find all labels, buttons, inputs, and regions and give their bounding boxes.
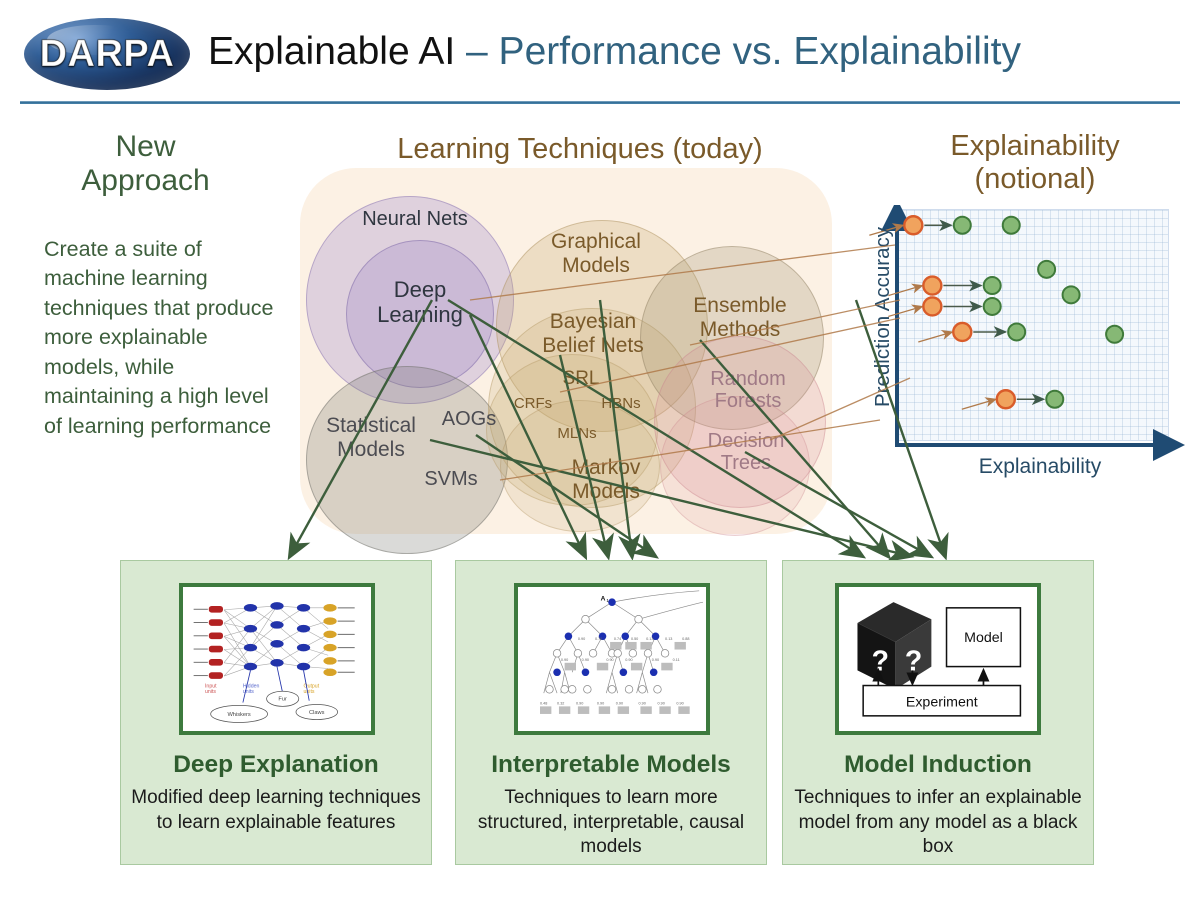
explainability-scatter-chart: Prediction Accuracy Explainability bbox=[855, 205, 1185, 485]
svg-text:?: ? bbox=[905, 645, 922, 677]
venn-label-crfs: CRFs bbox=[513, 395, 553, 412]
and-or-graph-figure: 0.90 0.70 0.74 0.50 0.13 0.13 0.88 0.90 0.90 … bbox=[514, 583, 710, 735]
svg-text:0.11: 0.11 bbox=[673, 658, 680, 662]
header-divider bbox=[20, 101, 1180, 104]
venn-label-random-forests: Random Forests bbox=[688, 368, 808, 413]
venn-label-bayesian-l1: Bayesian bbox=[549, 310, 637, 333]
svg-text:0.70: 0.70 bbox=[595, 637, 602, 641]
svg-text:0.32: 0.32 bbox=[557, 701, 564, 705]
new-approach-description: Create a suite of machine learning techn… bbox=[44, 237, 274, 438]
svg-text:0.90: 0.90 bbox=[616, 701, 623, 705]
venn-label-deep-learning-l2: Learning bbox=[377, 301, 463, 327]
page-title-secondary: – Performance vs. Explainability bbox=[466, 30, 1021, 73]
svg-text:0.74: 0.74 bbox=[614, 637, 621, 641]
chart-y-axis-label: Prediction Accuracy bbox=[871, 226, 894, 408]
panel-model-induction-title: Model Induction bbox=[844, 751, 1032, 778]
venn-label-graphical-l1: Graphical bbox=[551, 230, 641, 253]
panel-model-induction-description: Techniques to infer an explainable model… bbox=[794, 787, 1082, 858]
venn-label-mlns: MLNs bbox=[557, 425, 597, 442]
venn-label-statistical-l2: Models bbox=[337, 437, 405, 461]
svg-text:0.90: 0.90 bbox=[625, 658, 632, 662]
panel-interpretable-models[interactable]: 0.90 0.70 0.74 0.50 0.13 0.13 0.88 0.90 0.90 … bbox=[455, 560, 767, 865]
venn-label-graphical-models: Graphical Models bbox=[526, 230, 666, 277]
svg-text:0.90: 0.90 bbox=[657, 701, 664, 705]
new-approach-heading-line1: New bbox=[115, 130, 176, 163]
svg-text:0.13: 0.13 bbox=[665, 637, 672, 641]
svg-text:0.90: 0.90 bbox=[676, 701, 683, 705]
svg-text:0.48: 0.48 bbox=[540, 701, 547, 705]
venn-label-deep-learning-l1: Deep bbox=[393, 277, 447, 302]
svg-text:0.90: 0.90 bbox=[597, 701, 604, 705]
venn-label-decision-trees-l1: Decision bbox=[707, 430, 785, 452]
neural-network-svg: Inputunits Hiddenunits Outputunits Fur W… bbox=[193, 602, 355, 723]
svg-text:0.90: 0.90 bbox=[582, 658, 589, 662]
panel-model-induction[interactable]: ? ? Model Experiment Model Induction Tec… bbox=[782, 560, 1094, 865]
explainability-heading-line1: Explainability bbox=[950, 130, 1120, 162]
new-approach-heading-line2: Approach bbox=[81, 163, 210, 197]
darpa-wordmark: DARPA bbox=[39, 32, 175, 75]
venn-label-random-forests-l2: Forests bbox=[714, 390, 782, 413]
venn-label-bayesian-l2: Belief Nets bbox=[542, 333, 644, 357]
venn-label-neural-nets: Neural Nets bbox=[362, 208, 468, 230]
svg-text:A: A bbox=[601, 595, 606, 602]
svg-text:?: ? bbox=[872, 645, 889, 677]
venn-label-ensemble-methods: Ensemble Methods bbox=[670, 294, 810, 341]
venn-label-statistical-l1: Statistical bbox=[326, 414, 416, 437]
model-box-label: Model bbox=[964, 630, 1003, 646]
explainability-heading: Explainability (notional) bbox=[890, 130, 1180, 196]
svg-text:units: units bbox=[205, 689, 216, 695]
new-approach-heading: New Approach bbox=[38, 130, 253, 198]
venn-label-random-forests-l1: Random bbox=[710, 368, 786, 390]
svg-text:Whiskers: Whiskers bbox=[227, 712, 250, 718]
venn-label-hbns: HBNs bbox=[601, 395, 641, 412]
slide-header: DARPA Explainable AI – Performance vs. E… bbox=[0, 0, 1200, 104]
learning-techniques-venn: Neural Nets Deep Learning Statistical Mo… bbox=[288, 168, 848, 554]
svg-text:0.90: 0.90 bbox=[639, 701, 646, 705]
venn-label-markov-models: Markov Models bbox=[546, 456, 666, 503]
svg-text:0.90: 0.90 bbox=[576, 701, 583, 705]
venn-label-decision-trees-l2: Trees bbox=[720, 452, 772, 475]
svg-text:Claws: Claws bbox=[309, 710, 325, 716]
model-induction-figure: ? ? Model Experiment bbox=[835, 583, 1041, 735]
svg-text:Fur: Fur bbox=[278, 697, 287, 703]
page-title: Explainable AI – Performance vs. Explain… bbox=[208, 30, 1021, 74]
chart-x-axis-label: Explainability bbox=[978, 455, 1102, 478]
svg-text:0.88: 0.88 bbox=[682, 637, 689, 641]
venn-label-decision-trees: Decision Trees bbox=[686, 430, 806, 475]
svg-text:0.90: 0.90 bbox=[578, 637, 585, 641]
venn-label-ensemble-l1: Ensemble bbox=[693, 294, 787, 317]
venn-label-bayesian-belief-nets: Bayesian Belief Nets bbox=[518, 310, 668, 357]
svg-text:0.13: 0.13 bbox=[646, 637, 653, 641]
panel-interpretable-models-description: Techniques to learn more structured, int… bbox=[477, 787, 745, 858]
panel-deep-explanation-title: Deep Explanation bbox=[173, 751, 379, 778]
svg-text:units: units bbox=[304, 689, 315, 695]
venn-label-statistical-models: Statistical Models bbox=[306, 414, 436, 461]
neural-network-figure: Input units Hidden units Output units Fur W… bbox=[179, 583, 375, 735]
svg-text:0.90: 0.90 bbox=[561, 658, 568, 662]
page-title-primary: Explainable AI bbox=[208, 30, 456, 73]
venn-label-deep-learning: Deep Learning bbox=[350, 277, 490, 327]
svg-text:1: 1 bbox=[606, 598, 609, 604]
panel-deep-explanation[interactable]: Input units Hidden units Output units Fur W… bbox=[120, 560, 432, 865]
venn-label-ensemble-l2: Methods bbox=[699, 317, 781, 341]
explainability-heading-line2: (notional) bbox=[974, 162, 1096, 195]
darpa-logo: DARPA bbox=[24, 18, 190, 90]
panel-interpretable-models-title: Interpretable Models bbox=[491, 751, 731, 778]
learning-techniques-heading: Learning Techniques (today) bbox=[397, 133, 763, 165]
chart-axes bbox=[869, 205, 1185, 461]
experiment-box-label: Experiment bbox=[906, 694, 978, 710]
venn-label-markov-l1: Markov bbox=[571, 456, 641, 479]
panel-deep-explanation-description: Modified deep learning techniques to lea… bbox=[131, 787, 421, 833]
svg-text:0.50: 0.50 bbox=[631, 637, 638, 641]
and-or-graph-svg: 0.90 0.70 0.74 0.50 0.13 0.13 0.88 0.90 0.90 … bbox=[540, 590, 704, 714]
venn-label-graphical-l2: Models bbox=[562, 253, 630, 277]
svg-text:0.90: 0.90 bbox=[606, 658, 613, 662]
svg-text:0.90: 0.90 bbox=[652, 658, 659, 662]
venn-label-markov-l2: Models bbox=[572, 479, 640, 503]
black-box-svg: ? ? Model Experiment bbox=[857, 602, 1022, 717]
venn-label-srl: SRL bbox=[562, 368, 600, 389]
venn-label-svms: SVMs bbox=[424, 468, 478, 490]
